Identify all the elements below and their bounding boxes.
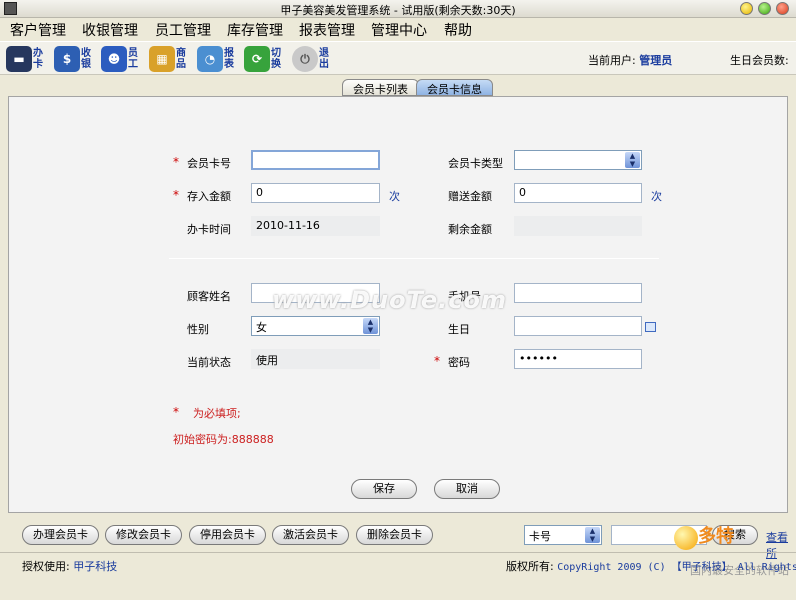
- calendar-icon[interactable]: [645, 322, 656, 332]
- watermark: www.DuoTe.com: [272, 286, 507, 314]
- report-icon: ◔: [197, 46, 223, 72]
- gender-select[interactable]: 女 ▲ ▼: [251, 316, 380, 336]
- balance-value: [514, 216, 642, 236]
- switch-icon: ⟳: [244, 46, 270, 72]
- toolbar-label: 商品: [176, 48, 186, 70]
- toolbar-goods-button[interactable]: ▦ 商品: [149, 44, 188, 74]
- toolbar-label: 退出: [319, 48, 329, 70]
- status-label: 当前状态: [187, 356, 231, 369]
- menu-staff[interactable]: 员工管理: [155, 20, 211, 40]
- toolbar-label: 收银: [81, 48, 91, 70]
- search-field-select[interactable]: 卡号 ▲ ▼: [524, 525, 602, 545]
- card-no-label: 会员卡号: [187, 157, 231, 170]
- tab-card-list[interactable]: 会员卡列表: [342, 79, 419, 96]
- cashier-icon: $: [54, 46, 80, 72]
- close-button[interactable]: [776, 2, 789, 15]
- toolbar-exit-button[interactable]: ⏻ 退出: [292, 44, 331, 74]
- logo-icon: [674, 526, 698, 550]
- card-type-label: 会员卡类型: [448, 157, 503, 170]
- tab-card-info[interactable]: 会员卡信息: [416, 79, 493, 96]
- gender-label: 性别: [187, 323, 209, 336]
- copyright: 版权所有: CopyRight 2009 (C) 【甲子科技】 All Righ…: [506, 558, 796, 574]
- card-type-select[interactable]: ▲ ▼: [514, 150, 642, 170]
- toolbar-label: 报表: [224, 48, 234, 70]
- menu-admin[interactable]: 管理中心: [371, 20, 427, 40]
- birthday-input[interactable]: [514, 316, 642, 336]
- required-mark: *: [173, 405, 179, 419]
- required-note: 为必填项;: [193, 407, 241, 420]
- menu-bar: 客户管理 收银管理 员工管理 库存管理 报表管理 管理中心 帮助: [0, 18, 796, 40]
- copyright-value: CopyRight 2009 (C) 【甲子科技】 All Rights Res…: [557, 562, 796, 573]
- birthday-label: 生日: [448, 323, 470, 336]
- current-user: 当前用户: 管理员: [588, 52, 672, 68]
- issue-time-label: 办卡时间: [187, 223, 231, 236]
- toolbar-label: 办卡: [33, 48, 43, 70]
- required-mark: *: [173, 155, 179, 169]
- deposit-unit: 次: [389, 190, 400, 203]
- issue-card-button[interactable]: 办理会员卡: [22, 525, 99, 545]
- menu-customer[interactable]: 客户管理: [10, 20, 66, 40]
- gender-value: 女: [256, 321, 267, 334]
- licensed-to: 授权使用: 甲子科技: [22, 558, 117, 574]
- required-mark: *: [173, 188, 179, 202]
- logo-text: 多特: [698, 526, 734, 547]
- menu-help[interactable]: 帮助: [444, 20, 472, 40]
- power-icon: ⏻: [292, 46, 318, 72]
- status-bar: 授权使用: 甲子科技 版权所有: CopyRight 2009 (C) 【甲子科…: [0, 552, 796, 574]
- cancel-button[interactable]: 取消: [434, 479, 500, 499]
- menu-cashier[interactable]: 收银管理: [82, 20, 138, 40]
- chevron-down-icon: ▲ ▼: [585, 527, 600, 543]
- toolbar-label: 切换: [271, 48, 281, 70]
- bonus-unit: 次: [651, 190, 662, 203]
- menu-inventory[interactable]: 库存管理: [227, 20, 283, 40]
- delete-card-button[interactable]: 删除会员卡: [356, 525, 433, 545]
- section-divider: [169, 258, 659, 259]
- phone-input[interactable]: [514, 283, 642, 303]
- current-user-label: 当前用户:: [588, 54, 636, 67]
- toolbar-staff-button[interactable]: ☻ 员工: [101, 44, 140, 74]
- balance-label: 剩余金额: [448, 223, 492, 236]
- search-field-value: 卡号: [529, 530, 551, 543]
- bonus-input[interactable]: 0: [514, 183, 642, 203]
- deposit-label: 存入金额: [187, 190, 231, 203]
- issue-time-value: 2010-11-16: [251, 216, 380, 236]
- staff-icon: ☻: [101, 46, 127, 72]
- copyright-label: 版权所有:: [506, 560, 554, 573]
- save-button[interactable]: 保存: [351, 479, 417, 499]
- edit-card-button[interactable]: 修改会员卡: [105, 525, 182, 545]
- toolbar-card-button[interactable]: ▬ 办卡: [6, 44, 45, 74]
- toolbar-report-button[interactable]: ◔ 报表: [197, 44, 236, 74]
- toolbar-switch-button[interactable]: ⟳ 切换: [244, 44, 283, 74]
- required-mark: *: [434, 354, 440, 368]
- licensed-value: 甲子科技: [73, 560, 118, 573]
- card-icon: ▬: [6, 46, 32, 72]
- menu-reports[interactable]: 报表管理: [299, 20, 355, 40]
- tab-row: 会员卡列表 会员卡信息: [0, 77, 796, 97]
- password-input[interactable]: ••••••: [514, 349, 642, 369]
- title-bar: 甲子美容美发管理系统 - 试用版(剩余天数:30天): [0, 0, 796, 18]
- licensed-label: 授权使用:: [22, 560, 70, 573]
- maximize-button[interactable]: [758, 2, 771, 15]
- bonus-label: 赠送金额: [448, 190, 492, 203]
- activate-card-button[interactable]: 激活会员卡: [272, 525, 349, 545]
- minimize-button[interactable]: [740, 2, 753, 15]
- card-no-input[interactable]: [251, 150, 380, 170]
- customer-name-label: 顾客姓名: [187, 290, 231, 303]
- status-value: 使用: [251, 349, 380, 369]
- birthday-members: 生日会员数:: [730, 54, 789, 67]
- goods-icon: ▦: [149, 46, 175, 72]
- chevron-down-icon: ▲ ▼: [363, 318, 378, 334]
- toolbar-cashier-button[interactable]: $ 收银: [54, 44, 93, 74]
- toolbar-label: 员工: [128, 48, 138, 70]
- window-title: 甲子美容美发管理系统 - 试用版(剩余天数:30天): [280, 4, 516, 17]
- initial-password-note: 初始密码为:888888: [173, 433, 274, 446]
- deposit-input[interactable]: 0: [251, 183, 380, 203]
- toolbar: ▬ 办卡 $ 收银 ☻ 员工 ▦ 商品 ◔ 报表 ⟳ 切换 ⏻ 退出 当前用户:…: [0, 41, 796, 75]
- disable-card-button[interactable]: 停用会员卡: [189, 525, 266, 545]
- password-label: 密码: [448, 356, 470, 369]
- current-user-value: 管理员: [639, 54, 673, 67]
- chevron-down-icon: ▲ ▼: [625, 152, 640, 168]
